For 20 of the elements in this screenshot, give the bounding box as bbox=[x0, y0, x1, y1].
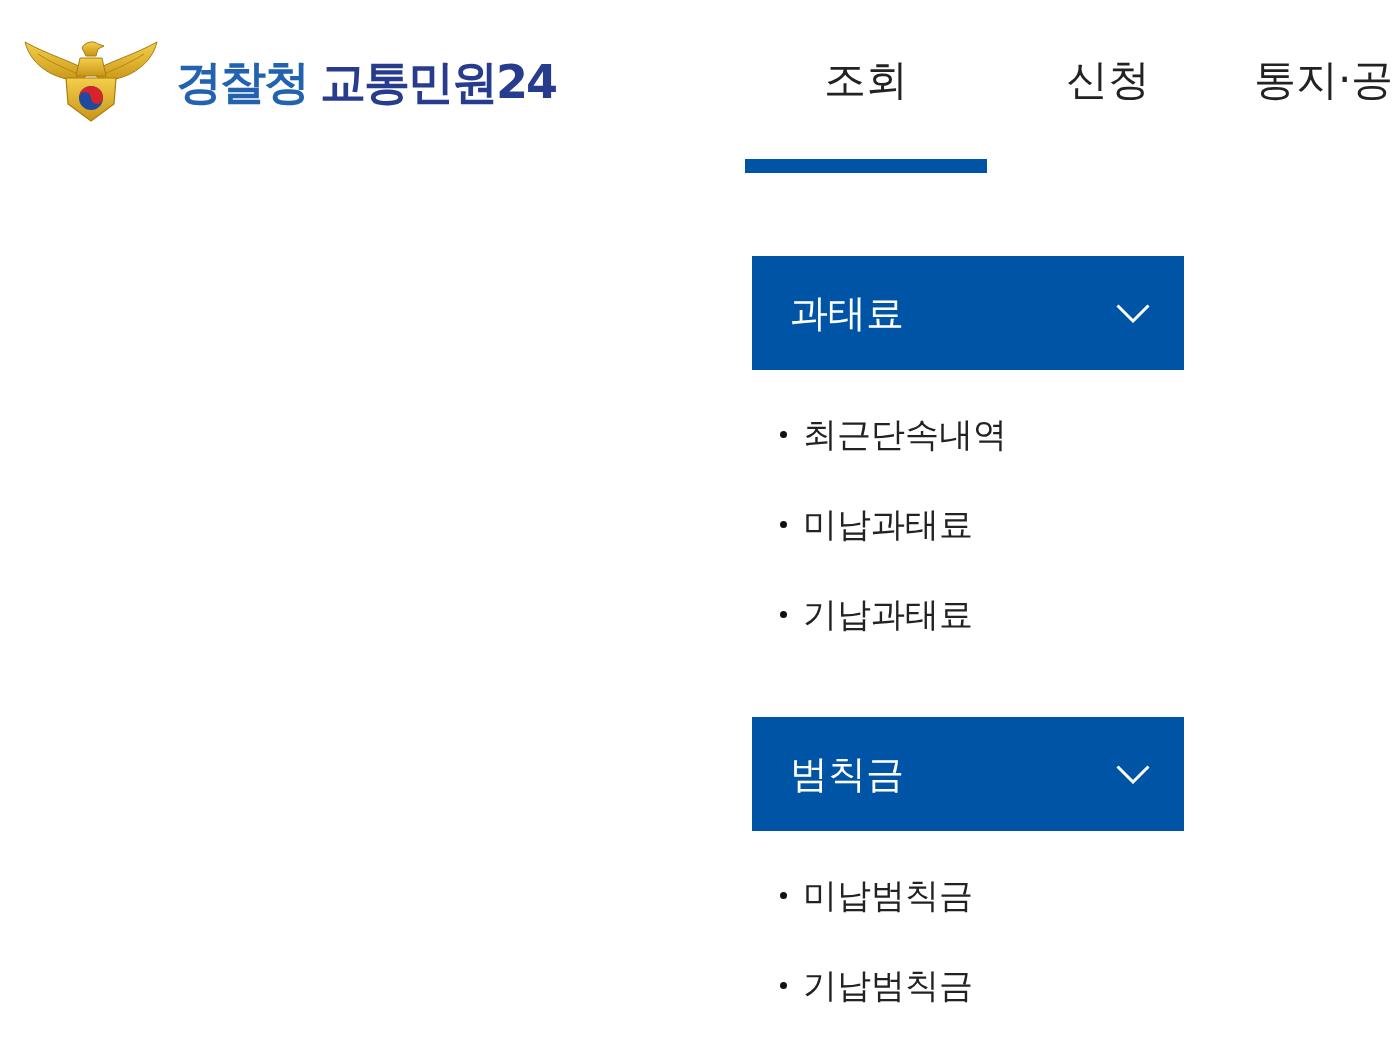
bullet-icon bbox=[780, 520, 787, 528]
menu-link[interactable]: 미납범칙금 bbox=[803, 873, 973, 917]
logo-site-name: 교통민원24 bbox=[320, 54, 556, 110]
menu-link[interactable]: 최근단속내역 bbox=[803, 412, 1007, 456]
bullet-icon bbox=[780, 610, 787, 618]
logo-org-name: 경찰청 bbox=[176, 54, 308, 110]
bullet-icon bbox=[780, 891, 787, 899]
accordion-header[interactable]: 과태료 bbox=[752, 256, 1184, 370]
nav-tab[interactable]: 신청 bbox=[987, 0, 1229, 173]
nav-tab[interactable]: 통지·공 bbox=[1229, 0, 1400, 173]
bullet-icon bbox=[780, 430, 787, 438]
police-emblem-icon bbox=[24, 40, 158, 122]
nav-tab[interactable]: 조회 bbox=[745, 0, 987, 173]
menu-link[interactable]: 기납범칙금 bbox=[803, 963, 973, 1007]
chevron-down-icon bbox=[1116, 303, 1150, 323]
menu-link[interactable]: 미납과태료 bbox=[803, 502, 973, 546]
menu-link[interactable]: 기납과태료 bbox=[803, 592, 973, 636]
chevron-down-icon bbox=[1116, 764, 1150, 784]
bullet-icon bbox=[780, 981, 787, 989]
accordion-header[interactable]: 범칙금 bbox=[752, 717, 1184, 831]
